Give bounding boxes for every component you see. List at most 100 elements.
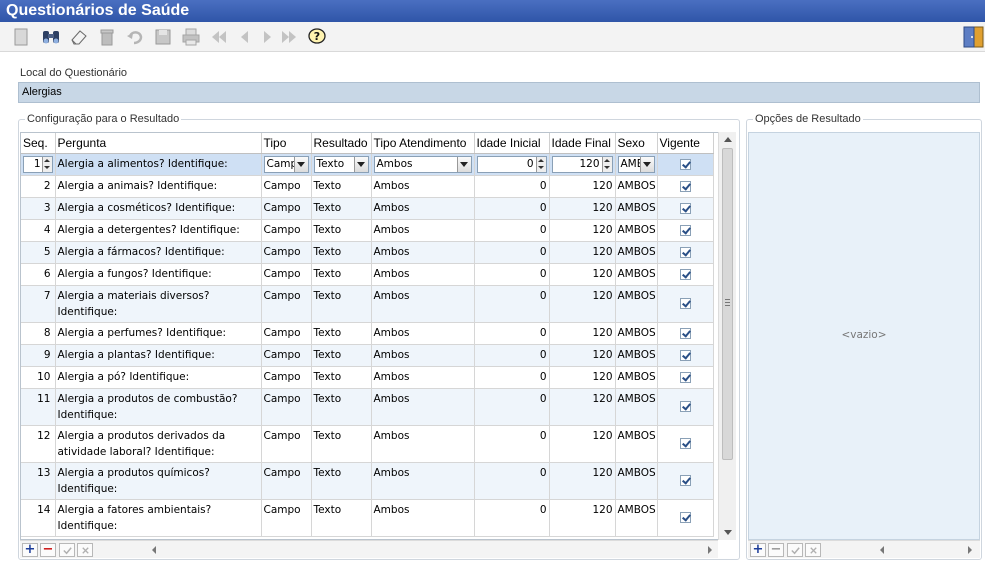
table-row[interactable]: 6 Alergia a fungos? Identifique: Campo Text… — [21, 263, 714, 286]
clear-button[interactable] — [68, 26, 90, 48]
checkbox-checked-icon[interactable] — [679, 158, 691, 170]
scroll-down-icon[interactable] — [724, 530, 732, 535]
cell-seq[interactable]: 12 — [21, 425, 56, 463]
scroll-left-icon[interactable] — [152, 546, 156, 554]
cell-pergunta[interactable]: Alergia a cosméticos? Identifique: — [55, 197, 262, 220]
cell-idade-final[interactable]: 120 — [549, 462, 616, 500]
cell-seq[interactable]: 5 — [21, 241, 56, 264]
checkbox-checked-icon[interactable] — [679, 246, 691, 258]
cell-vigente[interactable] — [657, 344, 714, 367]
cell-sexo[interactable]: AMBOS — [615, 285, 658, 323]
cell-tipo-atendimento[interactable]: Ambos — [371, 285, 475, 323]
table-row[interactable]: 9 Alergia a plantas? Identifique: Campo Tex… — [21, 344, 714, 367]
col-header-seq[interactable]: Seq. — [21, 133, 56, 154]
cell-tipo[interactable]: Campo — [261, 219, 312, 242]
cell-vigente[interactable] — [657, 322, 714, 345]
options-add-button[interactable]: + — [750, 543, 766, 557]
next-button[interactable] — [256, 26, 278, 48]
options-cancel-button[interactable] — [805, 543, 821, 557]
cell-seq[interactable]: 8 — [21, 322, 56, 345]
new-button[interactable] — [10, 26, 32, 48]
cell-tipo-atendimento[interactable]: Ambos — [371, 366, 475, 389]
cell-pergunta[interactable]: Alergia a materiais diversos? Identifiqu… — [55, 285, 262, 323]
cell-idade-final[interactable]: 120 — [549, 219, 616, 242]
cell-sexo[interactable]: AMBOS — [615, 344, 658, 367]
cell-resultado[interactable]: Texto — [311, 241, 372, 264]
cell-tipo[interactable]: Campo — [261, 388, 312, 426]
cell-idade-inicial[interactable]: 0 — [474, 285, 550, 323]
cell-resultado[interactable]: Texto — [311, 388, 372, 426]
cell-vigente[interactable] — [657, 499, 714, 537]
cell-tipo[interactable]: Campo — [261, 499, 312, 537]
cell-idade-final[interactable]: 120 — [549, 344, 616, 367]
cell-tipo[interactable]: Campo — [261, 175, 312, 198]
chevron-down-icon[interactable] — [353, 156, 368, 172]
undo-button[interactable] — [124, 26, 146, 48]
cell-idade-inicial[interactable]: 0 — [474, 197, 550, 220]
cell-tipo-atendimento[interactable]: Ambos — [371, 322, 475, 345]
cell-vigente[interactable] — [657, 285, 714, 323]
cell-idade-inicial[interactable]: 0 — [474, 322, 550, 345]
cell-vigente[interactable] — [657, 462, 714, 500]
table-row[interactable]: 14 Alergia a fatores ambientais? Identifi… — [21, 499, 714, 537]
cell-idade-inicial[interactable]: 0 — [474, 425, 550, 463]
checkbox-checked-icon[interactable] — [679, 349, 691, 361]
cell-idade-inicial[interactable]: 0 — [474, 153, 550, 176]
cell-idade-final[interactable]: 120 — [549, 197, 616, 220]
cell-resultado[interactable]: Texto — [311, 462, 372, 500]
cell-seq[interactable]: 13 — [21, 462, 56, 500]
options-scroll-left-icon[interactable] — [880, 546, 884, 554]
cell-seq[interactable]: 14 — [21, 499, 56, 537]
cell-pergunta[interactable]: Alergia a plantas? Identifique: — [55, 344, 262, 367]
cell-idade-inicial[interactable]: 0 — [474, 366, 550, 389]
cell-seq[interactable]: 7 — [21, 285, 56, 323]
cell-resultado[interactable]: Texto — [311, 263, 372, 286]
cell-resultado[interactable]: Texto — [311, 322, 372, 345]
cell-vigente[interactable] — [657, 219, 714, 242]
col-header-resultado[interactable]: Resultado — [311, 133, 372, 154]
cell-pergunta[interactable]: Alergia a detergentes? Identifique: — [55, 219, 262, 242]
last-button[interactable] — [278, 26, 300, 48]
cell-seq[interactable]: 11 — [21, 388, 56, 426]
options-scroll-right-icon[interactable] — [968, 546, 972, 554]
cell-vigente[interactable] — [657, 263, 714, 286]
cell-tipo[interactable]: Campo — [261, 322, 312, 345]
scroll-right-icon[interactable] — [708, 546, 712, 554]
cell-resultado[interactable]: Texto — [311, 153, 372, 176]
cell-idade-inicial[interactable]: 0 — [474, 462, 550, 500]
cell-resultado[interactable]: Texto — [311, 499, 372, 537]
cell-sexo[interactable]: AMBOS — [615, 241, 658, 264]
cell-pergunta[interactable]: Alergia a fungos? Identifique: — [55, 263, 262, 286]
table-row[interactable]: 3 Alergia a cosméticos? Identifique: Campo… — [21, 197, 714, 220]
cell-resultado[interactable]: Texto — [311, 175, 372, 198]
cell-pergunta[interactable]: Alergia a alimentos? Identifique: — [55, 153, 262, 176]
cell-sexo[interactable]: AMBOS — [615, 322, 658, 345]
cell-tipo[interactable]: Campo — [261, 462, 312, 500]
table-row[interactable]: 13 Alergia a produtos químicos? Identifiq… — [21, 462, 714, 500]
cell-seq[interactable]: 3 — [21, 197, 56, 220]
scroll-up-icon[interactable] — [724, 137, 732, 142]
cell-tipo[interactable]: Campo — [261, 241, 312, 264]
help-button[interactable]: ? — [306, 26, 328, 48]
cell-sexo[interactable]: AMBOS — [615, 366, 658, 389]
cell-tipo[interactable]: Campo — [261, 197, 312, 220]
col-header-tipo[interactable]: Tipo — [261, 133, 312, 154]
cell-tipo-atendimento[interactable]: Ambos — [371, 263, 475, 286]
cell-idade-final[interactable]: 120 — [549, 388, 616, 426]
cell-sexo[interactable]: AMBOS — [615, 175, 658, 198]
cell-vigente[interactable] — [657, 153, 714, 176]
confirm-row-button[interactable] — [59, 543, 75, 557]
cell-idade-inicial[interactable]: 0 — [474, 241, 550, 264]
cell-vigente[interactable] — [657, 388, 714, 426]
cell-pergunta[interactable]: Alergia a pó? Identifique: — [55, 366, 262, 389]
options-confirm-button[interactable] — [787, 543, 803, 557]
table-row[interactable]: 2 Alergia a animais? Identifique: Campo Tex… — [21, 175, 714, 198]
cell-sexo[interactable]: AMBOS — [615, 499, 658, 537]
cell-tipo[interactable]: Campo — [261, 425, 312, 463]
cell-sexo[interactable]: AMBOS — [615, 263, 658, 286]
table-row[interactable]: 10 Alergia a pó? Identifique: Campo Texto Am… — [21, 366, 714, 389]
cell-tipo-atendimento[interactable]: Ambos — [371, 153, 475, 176]
cell-idade-final[interactable]: 120 — [549, 366, 616, 389]
cell-sexo[interactable]: AMBOS — [615, 388, 658, 426]
cell-vigente[interactable] — [657, 241, 714, 264]
